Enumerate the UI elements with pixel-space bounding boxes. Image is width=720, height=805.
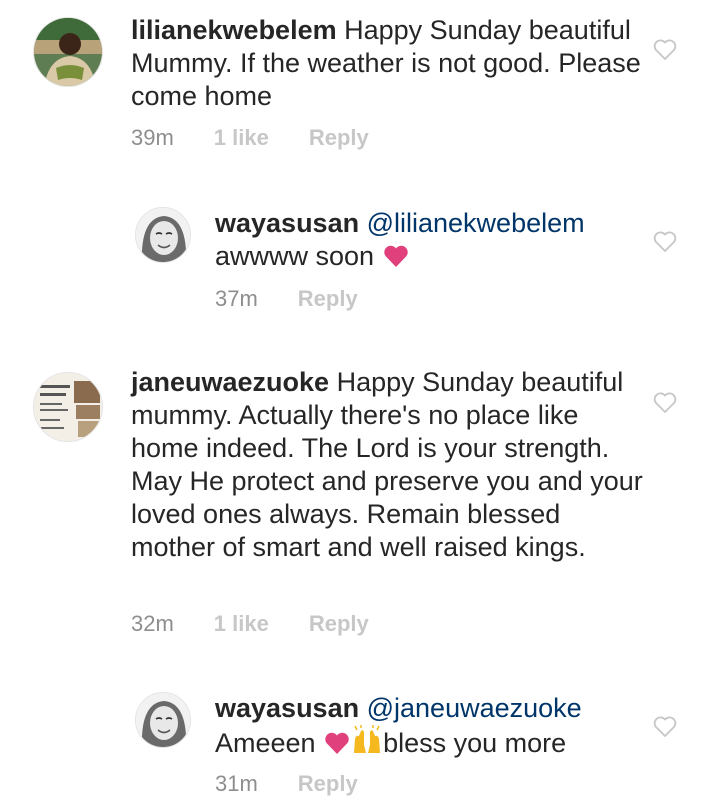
comment-meta: 32m 1 like Reply <box>131 611 369 637</box>
comment-text: wayasusan @lilianekwebelem awwww soon <box>215 207 645 273</box>
like-heart-icon[interactable] <box>652 38 678 62</box>
timestamp: 31m <box>215 771 258 796</box>
reply-button[interactable]: Reply <box>309 125 369 151</box>
mention-link[interactable]: @janeuwaezuoke <box>367 693 582 723</box>
likes-count[interactable]: 1 like <box>214 125 269 151</box>
avatar[interactable] <box>33 17 103 87</box>
raising-hands-emoji-icon <box>354 725 381 753</box>
comment-meta: 37m Reply <box>215 286 358 312</box>
timestamp: 39m <box>131 125 174 150</box>
mention-link[interactable]: @lilianekwebelem <box>367 208 585 238</box>
timestamp: 37m <box>215 286 258 311</box>
avatar[interactable] <box>135 692 191 748</box>
likes-count[interactable]: 1 like <box>214 611 269 637</box>
heart-emoji-icon <box>325 732 349 754</box>
comment-meta: 31m Reply <box>215 771 358 797</box>
reply-button[interactable]: Reply <box>298 286 358 312</box>
comment-text: janeuwaezuoke Happy Sunday beautiful mum… <box>131 366 651 564</box>
comment-body: awwww soon <box>215 241 375 271</box>
username[interactable]: wayasusan <box>215 208 359 238</box>
username[interactable]: wayasusan <box>215 693 359 723</box>
username[interactable]: lilianekwebelem <box>131 15 337 45</box>
avatar[interactable] <box>33 372 103 442</box>
reply-button[interactable]: Reply <box>298 771 358 797</box>
like-heart-icon[interactable] <box>652 230 678 254</box>
heart-emoji-icon <box>383 245 408 267</box>
comment-text: wayasusan @janeuwaezuoke Ameeen bless yo… <box>215 692 645 760</box>
like-heart-icon[interactable] <box>652 715 678 739</box>
avatar[interactable] <box>135 207 191 263</box>
reply-button[interactable]: Reply <box>309 611 369 637</box>
comment-meta: 39m 1 like Reply <box>131 125 369 151</box>
like-heart-icon[interactable] <box>652 391 678 415</box>
username[interactable]: janeuwaezuoke <box>131 367 329 397</box>
comment-body-end: bless you more <box>383 728 567 758</box>
comment-body-start: Ameeen <box>215 728 316 758</box>
comment-text: lilianekwebelem Happy Sunday beautiful M… <box>131 14 651 113</box>
timestamp: 32m <box>131 611 174 636</box>
